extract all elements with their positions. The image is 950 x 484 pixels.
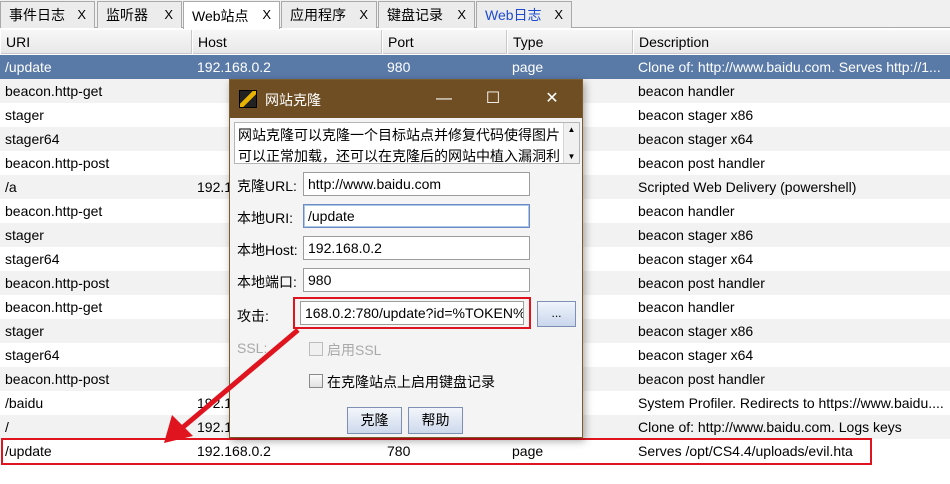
table-row[interactable]: /update 192.168.0.2 980 page Clone of: http:… [0, 55, 950, 79]
close-icon[interactable]: X [457, 7, 466, 22]
tab-web-log[interactable]: Web日志 X [476, 1, 572, 28]
tab-label: 事件日志 [9, 7, 65, 23]
tab-listeners[interactable]: 监听器 X [97, 1, 182, 28]
tab-applications[interactable]: 应用程序 X [281, 1, 377, 28]
cell-uri: beacon.http-post [5, 275, 110, 291]
local-port-field[interactable]: 980 [303, 268, 530, 292]
tab-label: 监听器 [106, 7, 148, 23]
cell-uri: stager64 [5, 347, 60, 363]
maximize-icon[interactable]: ☐ [480, 86, 506, 112]
cell-uri: beacon.http-post [5, 371, 110, 387]
cell-uri: beacon.http-get [5, 203, 103, 219]
cell-description: beacon handler [638, 83, 735, 99]
keylog-checkbox-label: 在克隆站点上启用键盘记录 [327, 374, 495, 390]
tab-label: 应用程序 [290, 7, 346, 23]
browse-button[interactable]: ... [537, 301, 576, 327]
cell-uri: stager [5, 227, 44, 243]
ssl-checkbox[interactable] [309, 342, 323, 356]
local-uri-label: 本地URI: [237, 210, 293, 226]
local-host-field[interactable]: 192.168.0.2 [303, 236, 530, 260]
cell-description: System Profiler. Redirects to https://ww… [638, 395, 944, 411]
cell-uri: stager [5, 323, 44, 339]
keylog-checkbox[interactable] [309, 374, 323, 388]
cell-uri: beacon.http-get [5, 83, 103, 99]
clone-url-field[interactable]: http://www.baidu.com [303, 172, 530, 196]
cell-description: Scripted Web Delivery (powershell) [638, 179, 857, 195]
cell-description: beacon stager x64 [638, 131, 754, 147]
cell-description: beacon handler [638, 299, 735, 315]
cell-description: beacon stager x64 [638, 347, 754, 363]
description-line: 可以正常加载，还可以在克隆后的网站中植入漏洞利 [238, 148, 560, 164]
clone-site-dialog: 网站克隆 — ☐ ✕ 网站克隆可以克隆一个目标站点并修复代码使得图片 可以正常加… [229, 79, 583, 438]
cell-uri: / [5, 419, 9, 435]
description-text: 网站克隆可以克隆一个目标站点并修复代码使得图片 可以正常加载，还可以在克隆后的网… [238, 125, 564, 167]
minimize-icon[interactable]: — [431, 86, 457, 112]
description-text-area[interactable]: 网站克隆可以克隆一个目标站点并修复代码使得图片 可以正常加载，还可以在克隆后的网… [234, 122, 580, 164]
cell-uri: beacon.http-get [5, 299, 103, 315]
cell-uri: stager64 [5, 251, 60, 267]
dialog-titlebar[interactable]: 网站克隆 — ☐ ✕ [230, 80, 582, 118]
cell-description: beacon post handler [638, 275, 765, 291]
close-icon[interactable]: X [164, 7, 173, 22]
clone-button[interactable]: 克隆 [347, 407, 402, 434]
local-port-label: 本地端口: [237, 274, 297, 290]
cell-uri: beacon.http-post [5, 155, 110, 171]
close-icon[interactable]: X [77, 7, 86, 22]
cell-description: Clone of: http://www.baidu.com. Logs key… [638, 419, 902, 435]
tab-web-sites[interactable]: Web站点 X [183, 1, 280, 29]
tab-bar: 事件日志 X 监听器 X Web站点 X 应用程序 X 键盘记录 X Web日志… [0, 0, 950, 29]
cell-description: beacon post handler [638, 371, 765, 387]
scroll-down-icon[interactable]: ▼ [564, 152, 579, 161]
table-header: URI Host Port Type Description [0, 30, 950, 54]
cell-description: beacon stager x86 [638, 323, 754, 339]
cell-uri: /baidu [5, 395, 44, 411]
cell-description: Clone of: http://www.baidu.com. Serves h… [638, 59, 941, 75]
dialog-title: 网站克隆 [265, 92, 321, 108]
tab-event-log[interactable]: 事件日志 X [0, 1, 95, 28]
ssl-label: SSL: [237, 340, 268, 356]
cell-port: 980 [387, 59, 411, 75]
highlight-box [293, 297, 531, 329]
column-header-type[interactable]: Type [507, 30, 633, 54]
close-icon[interactable]: X [359, 7, 368, 22]
cell-host: 192.168.0.2 [197, 59, 271, 75]
local-uri-field[interactable]: /update [303, 204, 530, 228]
cell-uri: stager [5, 107, 44, 123]
cell-description: beacon post handler [638, 155, 765, 171]
column-header-description[interactable]: Description [633, 30, 950, 54]
close-icon[interactable]: X [554, 7, 563, 22]
scroll-up-icon[interactable]: ▲ [564, 125, 579, 134]
local-host-label: 本地Host: [237, 242, 298, 258]
app-icon [239, 90, 257, 108]
description-line: 网站克隆可以克隆一个目标站点并修复代码使得图片 [238, 127, 560, 143]
close-icon[interactable]: X [262, 7, 271, 22]
cell-description: beacon stager x64 [638, 251, 754, 267]
cell-uri: stager64 [5, 131, 60, 147]
column-header-uri[interactable]: URI [0, 30, 192, 54]
help-button[interactable]: 帮助 [408, 407, 463, 434]
cell-description: beacon handler [638, 203, 735, 219]
description-scrollbar[interactable]: ▲ ▼ [563, 123, 579, 163]
cell-uri: /a [5, 179, 17, 195]
tab-keystrokes[interactable]: 键盘记录 X [378, 1, 475, 28]
ssl-checkbox-label: 启用SSL [327, 342, 382, 358]
close-icon[interactable]: ✕ [539, 86, 565, 112]
column-header-host[interactable]: Host [192, 30, 382, 54]
column-header-port[interactable]: Port [382, 30, 507, 54]
cell-description: beacon stager x86 [638, 227, 754, 243]
tab-label: Web站点 [192, 7, 249, 24]
cell-description: beacon stager x86 [638, 107, 754, 123]
highlight-box [1, 438, 872, 465]
tab-label: Web日志 [485, 7, 542, 23]
attack-label: 攻击: [237, 308, 269, 324]
cell-uri: /update [5, 59, 52, 75]
cell-type: page [512, 59, 544, 75]
tab-label: 键盘记录 [387, 7, 443, 23]
clone-url-label: 克隆URL: [237, 178, 297, 194]
